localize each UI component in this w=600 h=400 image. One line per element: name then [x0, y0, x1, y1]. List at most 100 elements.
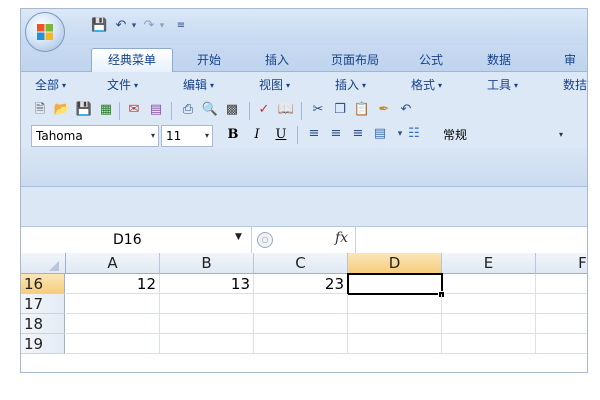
menu-all-label: 全部 — [35, 78, 60, 92]
column-header-A[interactable]: A — [66, 253, 160, 274]
select-all-corner[interactable] — [21, 253, 66, 274]
cell-C16[interactable]: 23 — [254, 274, 348, 294]
undo-icon[interactable]: ↶ — [113, 18, 129, 34]
menu-tools[interactable]: 工具 ▾ — [487, 76, 518, 94]
print-icon[interactable]: ⎙ — [179, 101, 197, 119]
cell-B17[interactable] — [160, 294, 254, 314]
align-center-icon[interactable]: ≡ — [327, 125, 345, 143]
cell-D16-selected[interactable] — [347, 273, 443, 295]
cell-F19[interactable] — [536, 334, 587, 354]
chevron-down-icon: ▾ — [362, 80, 367, 90]
menu-data[interactable]: 数拮 — [563, 76, 587, 94]
cell-A18[interactable] — [66, 314, 160, 334]
cell-F18[interactable] — [536, 314, 587, 334]
cell-E16[interactable] — [442, 274, 536, 294]
column-header-E[interactable]: E — [442, 253, 536, 274]
menu-all[interactable]: 全部 ▾ — [35, 76, 66, 94]
standard-toolbar: 🗎 📂 💾 ▦ ✉ ▤ ⎙ 🔍 ▩ ✓ 📖 ✂ ❐ 📋 ✒ ↶ — [21, 98, 587, 122]
column-header-D[interactable]: D — [348, 253, 442, 274]
merge-center-icon[interactable]: ▤ — [371, 125, 389, 143]
tab-page-layout[interactable]: 页面布局 — [325, 49, 385, 71]
cell-D19[interactable] — [348, 334, 442, 354]
number-format-combo[interactable]: 常规 ▾ — [433, 125, 583, 145]
office-button[interactable] — [25, 12, 65, 52]
email-icon[interactable]: ✉ — [125, 101, 143, 119]
menu-format[interactable]: 格式 ▾ — [411, 76, 442, 94]
tab-data[interactable]: 数据 — [479, 49, 519, 71]
chevron-down-icon: ▾ — [62, 80, 67, 90]
customize-icon[interactable]: ≡ — [173, 18, 189, 34]
research-book-icon[interactable]: 📖 — [277, 101, 295, 119]
tab-insert[interactable]: 插入 — [257, 49, 297, 71]
name-box[interactable]: D16 ▼ — [21, 227, 252, 253]
cell-C18[interactable] — [254, 314, 348, 334]
cell-D18[interactable] — [348, 314, 442, 334]
tab-classic-menu[interactable]: 经典菜单 — [91, 48, 173, 73]
font-size-combo[interactable]: 11 ▾ — [161, 125, 213, 147]
menu-view[interactable]: 视图 ▾ — [259, 76, 290, 94]
save-icon[interactable]: 💾 — [91, 18, 107, 34]
cell-F17[interactable] — [536, 294, 587, 314]
menu-edit[interactable]: 编辑 ▾ — [183, 76, 214, 94]
tab-formulas[interactable]: 公式 — [411, 49, 451, 71]
cell-E18[interactable] — [442, 314, 536, 334]
undo-dropdown-icon[interactable]: ▾ — [129, 18, 139, 34]
new-document-icon[interactable]: 🗎 — [31, 101, 49, 119]
cut-icon[interactable]: ✂ — [309, 101, 327, 119]
row-header-16[interactable]: 16 — [21, 274, 65, 294]
cell-E17[interactable] — [442, 294, 536, 314]
column-header-C[interactable]: C — [254, 253, 348, 274]
redo-icon[interactable]: ↷ — [141, 18, 157, 34]
row-header-18[interactable]: 18 — [21, 314, 65, 334]
cell-F16[interactable] — [536, 274, 587, 294]
row-header-19[interactable]: 19 — [21, 334, 65, 354]
column-header-B[interactable]: B — [160, 253, 254, 274]
cell-C17[interactable] — [254, 294, 348, 314]
redo-dropdown-icon[interactable]: ▾ — [157, 18, 167, 34]
italic-button[interactable]: I — [247, 125, 267, 145]
excel-window: 💾 ↶ ▾ ↷ ▾ ≡ 经典菜单 开始 插入 页面布局 公式 数据 审 全部 ▾ … — [20, 8, 588, 373]
toolbar-separator — [249, 102, 250, 120]
cell-E19[interactable] — [442, 334, 536, 354]
menu-file[interactable]: 文件 ▾ — [107, 76, 138, 94]
font-name-combo[interactable]: Tahoma ▾ — [31, 125, 159, 147]
underline-button[interactable]: U — [271, 125, 291, 145]
menu-insert[interactable]: 插入 ▾ — [335, 76, 366, 94]
cell-A17[interactable] — [66, 294, 160, 314]
chevron-down-icon[interactable]: ▼ — [235, 232, 242, 242]
column-header-F[interactable]: F — [536, 253, 587, 274]
open-folder-icon[interactable]: 📂 — [53, 101, 71, 119]
cell-A19[interactable] — [66, 334, 160, 354]
cell-B16[interactable]: 13 — [160, 274, 254, 294]
undo-icon[interactable]: ↶ — [397, 101, 415, 119]
research-icon[interactable]: ▤ — [147, 101, 165, 119]
formula-bar-button[interactable]: ○ — [257, 232, 273, 248]
chevron-down-icon: ▾ — [204, 131, 209, 140]
wrap-text-icon[interactable]: ☷ — [405, 125, 423, 143]
bold-button[interactable]: B — [223, 125, 243, 145]
cell-B18[interactable] — [160, 314, 254, 334]
tab-review[interactable]: 审 — [555, 49, 585, 71]
cell-C19[interactable] — [254, 334, 348, 354]
insert-function-icon[interactable]: fx — [335, 230, 348, 246]
cell-D17[interactable] — [348, 294, 442, 314]
save-icon[interactable]: 💾 — [75, 101, 93, 119]
print-preview-icon[interactable]: 🔍 — [201, 101, 219, 119]
toolbar-separator — [297, 126, 298, 144]
paste-special-icon[interactable]: ▩ — [223, 101, 241, 119]
cell-A16[interactable]: 12 — [66, 274, 160, 294]
chevron-down-icon: ▾ — [514, 80, 519, 90]
paste-icon[interactable]: 📋 — [353, 101, 371, 119]
format-painter-icon[interactable]: ✒ — [375, 101, 393, 119]
align-left-icon[interactable]: ≡ — [305, 125, 323, 143]
cell-B19[interactable] — [160, 334, 254, 354]
menu-insert-label: 插入 — [335, 78, 360, 92]
copy-icon[interactable]: ❐ — [331, 101, 349, 119]
permission-icon[interactable]: ▦ — [97, 101, 115, 119]
row-header-17[interactable]: 17 — [21, 294, 65, 314]
select-all-triangle-icon — [49, 261, 59, 271]
spelling-icon[interactable]: ✓ — [255, 101, 273, 119]
formula-input[interactable] — [355, 227, 587, 253]
align-right-icon[interactable]: ≡ — [349, 125, 367, 143]
tab-home[interactable]: 开始 — [189, 49, 229, 71]
